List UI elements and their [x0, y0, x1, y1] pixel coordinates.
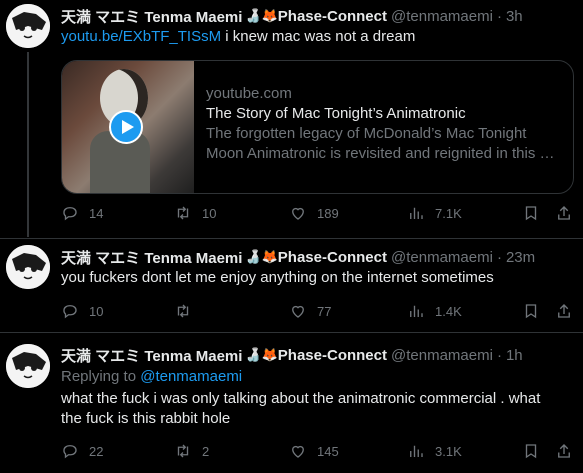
timestamp[interactable]: 23m — [506, 249, 535, 266]
bookmark-icon — [525, 444, 537, 459]
avatar[interactable] — [6, 4, 50, 48]
card-description-line-2: Moon Animatronic is revisited and reigni… — [206, 145, 555, 162]
view-count: 1.4K — [435, 303, 462, 319]
views-icon — [410, 445, 423, 457]
reply-icon — [63, 305, 77, 319]
display-name[interactable]: 天満 マエミ Tenma Maemi — [61, 247, 242, 267]
emoji-badge: 🍶🦊 — [245, 249, 278, 264]
reply-icon — [63, 445, 77, 459]
handle[interactable]: @tenmamaemi — [391, 347, 493, 364]
views-icon — [410, 305, 423, 317]
tweet-header: 天満 マエミ Tenma Maemi 🍶🦊 Phase-Connect @ten… — [61, 345, 581, 365]
views-button[interactable]: 1.4K — [407, 301, 462, 321]
view-count: 7.1K — [435, 205, 462, 221]
display-name[interactable]: 天満 マエミ Tenma Maemi — [61, 345, 242, 365]
bookmark-button[interactable] — [522, 301, 540, 321]
separator-dot: · — [496, 7, 502, 25]
reply-icon — [63, 207, 77, 221]
heart-icon — [292, 207, 304, 220]
card-text: youtube.com The Story of Mac Tonight’s A… — [206, 84, 566, 164]
tweet-header: 天満 マエミ Tenma Maemi 🍶🦊 Phase-Connect @ten… — [61, 247, 581, 267]
share-button[interactable] — [555, 301, 573, 321]
like-count: 77 — [317, 303, 332, 319]
share-icon — [558, 304, 570, 318]
tweet-text-content: i knew mac was not a dream — [221, 28, 416, 45]
retweet-button[interactable]: 2 — [174, 441, 209, 461]
bookmark-icon — [525, 304, 537, 319]
tweet-1[interactable]: 天満 マエミ Tenma Maemi 🍶🦊 Phase-Connect @ten… — [0, 0, 583, 240]
views-button[interactable]: 3.1K — [407, 441, 462, 461]
replying-to-prefix: Replying to — [61, 368, 141, 385]
display-name[interactable]: 天満 マエミ Tenma Maemi — [61, 6, 242, 26]
emoji-badge: 🍶🦊 — [245, 347, 278, 362]
emoji-badge: 🍶🦊 — [245, 8, 278, 23]
bookmark-button[interactable] — [522, 203, 540, 223]
avatar-image-icon — [6, 245, 50, 289]
tweet-2[interactable]: 天満 マエミ Tenma Maemi 🍶🦊 Phase-Connect @ten… — [0, 239, 583, 333]
avatar-image-icon — [6, 4, 50, 48]
like-button[interactable]: 77 — [289, 301, 331, 321]
play-icon[interactable] — [109, 110, 143, 144]
timestamp[interactable]: 1h — [506, 347, 523, 364]
tweet-text-line-1: what the fuck i was only talking about t… — [61, 390, 541, 407]
retweet-count: 2 — [202, 443, 210, 459]
share-icon — [558, 444, 570, 458]
retweet-icon — [177, 206, 189, 220]
views-icon — [410, 207, 423, 219]
share-icon — [558, 206, 570, 220]
views-button[interactable]: 7.1K — [407, 203, 462, 223]
handle[interactable]: @tenmamaemi — [391, 8, 493, 25]
action-bar: 10 77 1.4K — [61, 301, 576, 321]
org-name[interactable]: Phase-Connect — [278, 347, 387, 364]
thread-line — [27, 52, 29, 237]
replying-to: Replying to @tenmamaemi — [61, 367, 571, 387]
bookmark-button[interactable] — [522, 441, 540, 461]
avatar-image-icon — [6, 344, 50, 388]
reply-button[interactable]: 22 — [61, 441, 103, 461]
heart-icon — [292, 445, 304, 458]
tweet-link[interactable]: youtu.be/EXbTF_TISsM — [61, 28, 221, 45]
org-name[interactable]: Phase-Connect — [278, 8, 387, 25]
heart-icon — [292, 305, 304, 318]
card-domain: youtube.com — [206, 85, 292, 102]
separator-dot: · — [496, 346, 502, 364]
action-bar: 22 2 145 3.1K — [61, 441, 576, 461]
tweet-text-line-2: the fuck is this rabbit hole — [61, 410, 231, 427]
replying-to-handle[interactable]: @tenmamaemi — [140, 368, 242, 385]
separator-dot: · — [496, 248, 502, 266]
like-button[interactable]: 189 — [289, 203, 339, 223]
retweet-button[interactable] — [174, 301, 202, 321]
org-name[interactable]: Phase-Connect — [278, 249, 387, 266]
reply-button[interactable]: 10 — [61, 301, 103, 321]
reply-count: 14 — [89, 205, 104, 221]
bookmark-icon — [525, 206, 537, 221]
retweet-count: 10 — [202, 205, 217, 221]
reply-button[interactable]: 14 — [61, 203, 103, 223]
card-thumbnail[interactable] — [62, 61, 194, 193]
tweet-header: 天満 マエミ Tenma Maemi 🍶🦊 Phase-Connect @ten… — [61, 6, 581, 26]
reply-count: 10 — [89, 303, 104, 319]
retweet-icon — [177, 304, 189, 318]
retweet-button[interactable]: 10 — [174, 203, 216, 223]
tweet-text: you fuckers dont let me enjoy anything o… — [61, 269, 494, 286]
tweet-text: what the fuck i was only talking about t… — [61, 389, 571, 429]
avatar[interactable] — [6, 245, 50, 289]
like-count: 145 — [317, 443, 339, 459]
retweet-icon — [177, 444, 189, 458]
share-button[interactable] — [555, 203, 573, 223]
like-button[interactable]: 145 — [289, 441, 339, 461]
handle[interactable]: @tenmamaemi — [391, 249, 493, 266]
tweet-3[interactable]: 天満 マエミ Tenma Maemi 🍶🦊 Phase-Connect @ten… — [0, 333, 583, 473]
link-card[interactable]: youtube.com The Story of Mac Tonight’s A… — [61, 60, 574, 194]
view-count: 3.1K — [435, 443, 462, 459]
card-title[interactable]: The Story of Mac Tonight’s Animatronic — [206, 104, 566, 124]
like-count: 189 — [317, 205, 339, 221]
avatar[interactable] — [6, 344, 50, 388]
share-button[interactable] — [555, 441, 573, 461]
tweet-text: youtu.be/EXbTF_TISsM i knew mac was not … — [61, 27, 571, 47]
action-bar: 14 10 189 7.1K — [61, 203, 576, 223]
reply-count: 22 — [89, 443, 104, 459]
card-description-line-1: The forgotten legacy of McDonald’s Mac T… — [206, 125, 527, 142]
timestamp[interactable]: 3h — [506, 8, 523, 25]
